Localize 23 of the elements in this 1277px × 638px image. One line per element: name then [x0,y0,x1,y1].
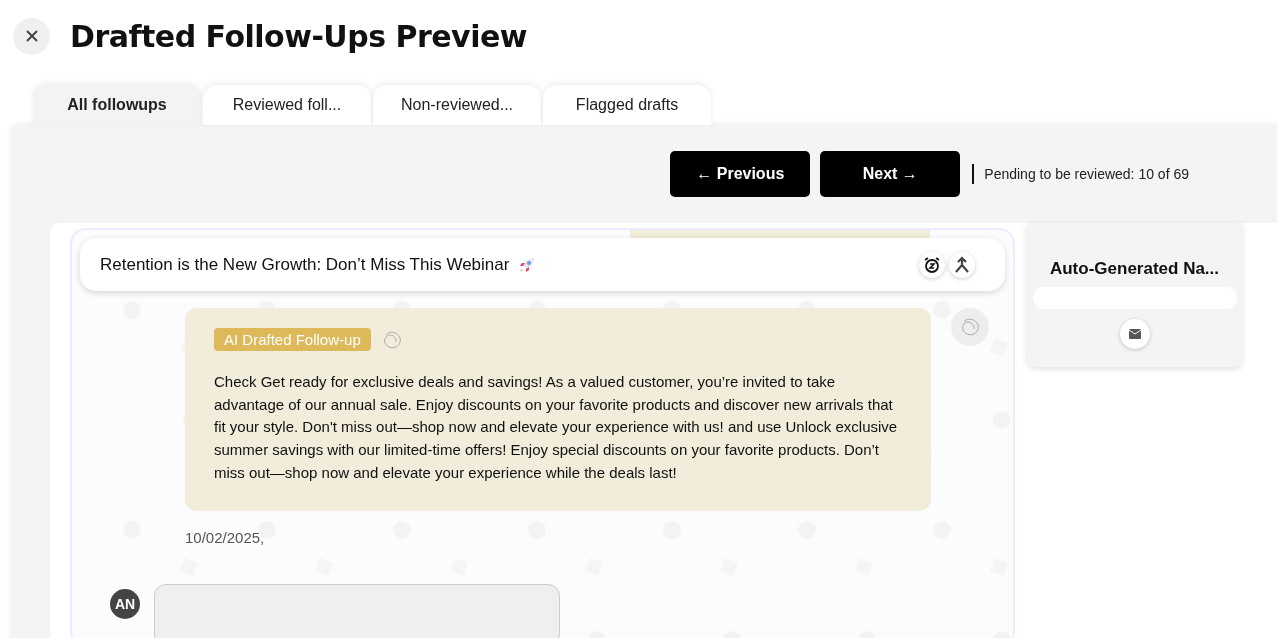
email-button[interactable] [1119,319,1150,349]
user-avatar: AN [110,588,140,619]
merge-icon [953,255,971,274]
ai-swirl-icon [959,316,981,338]
ai-draft-tag: AI Drafted Follow-up [214,328,371,351]
message-date: 10/02/2025, [185,528,266,546]
next-button[interactable]: Next → [820,151,961,197]
merge-button[interactable] [949,251,975,278]
draft-text: Check Get ready for exclusive deals and savings! As a valued customer, you’re invited to take advantage of our annual sale. Enjoy discounts on your favorite products and discover new arrivals that fit your style. Don't miss out—shop now and elevate your experience with us! and use Unlock exclusive summer savings with our limited-time offers! Enjoy special discounts on your favorite products. Don’t miss out—shop now and elevate your experience while the deals last! [214,372,899,483]
tab[interactable]: Reviewed foll... [203,85,371,125]
tab[interactable]: Non-reviewed... [373,85,541,125]
snooze-button[interactable] [919,251,945,278]
tab[interactable]: All followups [33,85,201,125]
pending-count: Pending to be reviewed: 10 of 69 [984,166,1189,182]
envelope-icon [1128,329,1141,339]
alarm-clock-icon [923,255,941,274]
close-button[interactable] [13,17,50,55]
previous-button[interactable]: ← Previous [670,151,811,197]
tab[interactable]: Flagged drafts [543,85,711,125]
close-icon [24,29,39,43]
contact-name: Auto-Generated Na... [1049,259,1220,279]
page-title: Drafted Follow-Ups Preview [70,18,527,54]
subject-text: Retention is the New Growth: Don’t Miss This Webinar [100,254,510,275]
